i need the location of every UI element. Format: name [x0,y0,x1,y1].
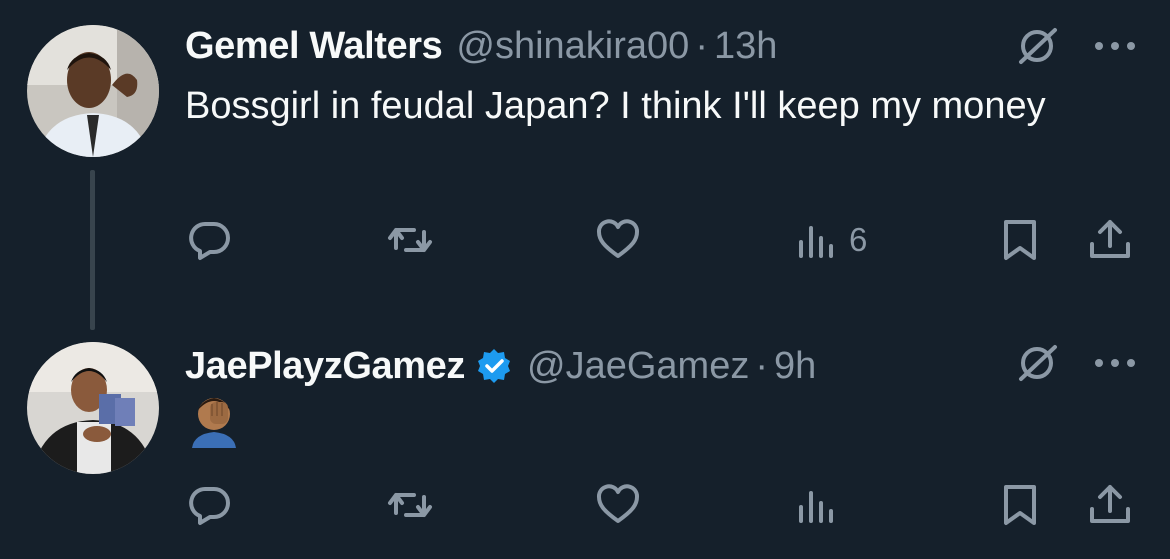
views-button[interactable] [793,475,849,535]
like-button[interactable] [594,210,642,270]
views-count: 6 [849,221,868,258]
tweet[interactable]: JaePlayzGamez @JaeGamez · 9h [0,330,1170,559]
action-bar: 6 [0,210,1170,270]
reply-icon [189,221,230,260]
retweet-icon [388,493,432,517]
like-button[interactable] [594,475,642,535]
more-icon[interactable] [1092,353,1138,373]
timestamp[interactable]: 9h [774,345,816,388]
bookmark-button[interactable] [996,210,1044,270]
bookmark-icon [1004,485,1036,525]
action-bar [0,475,1170,535]
author-handle[interactable]: @shinakira00 [456,25,689,68]
tweet-header: Gemel Walters @shinakira00 · 13h [185,22,777,70]
more-icon[interactable] [1092,36,1138,56]
timestamp[interactable]: 13h [714,25,777,68]
reply-button[interactable] [186,210,234,270]
share-button[interactable] [1086,475,1134,535]
views-button[interactable]: 6 [793,210,867,270]
retweet-button[interactable] [386,475,434,535]
grok-icon[interactable] [1015,24,1059,68]
bookmark-icon [1004,220,1036,260]
share-icon [1090,485,1130,523]
reply-icon [189,486,230,525]
tweet[interactable]: Gemel Walters @shinakira00 · 13h Bossgir… [0,0,1170,330]
share-icon [1090,220,1130,258]
author-name[interactable]: JaePlayzGamez [185,345,465,388]
avatar[interactable] [27,342,159,474]
retweet-icon [388,228,432,252]
like-icon [597,484,639,523]
reply-button[interactable] [186,475,234,535]
bookmark-button[interactable] [996,475,1044,535]
tweet-header: JaePlayzGamez @JaeGamez · 9h [185,342,816,390]
grok-icon[interactable] [1015,341,1059,385]
retweet-button[interactable] [386,210,434,270]
author-handle[interactable]: @JaeGamez [527,345,749,388]
separator-dot: · [695,24,708,67]
face-palm-emoji-icon [192,398,236,448]
tweet-text: Bossgirl in feudal Japan? I think I'll k… [185,85,1046,127]
avatar[interactable] [27,25,159,157]
like-icon [597,219,639,258]
share-button[interactable] [1086,210,1134,270]
verified-badge-icon[interactable] [475,347,513,385]
views-icon [799,491,833,523]
author-name[interactable]: Gemel Walters [185,25,443,68]
separator-dot: · [755,344,768,387]
views-icon [799,226,833,258]
